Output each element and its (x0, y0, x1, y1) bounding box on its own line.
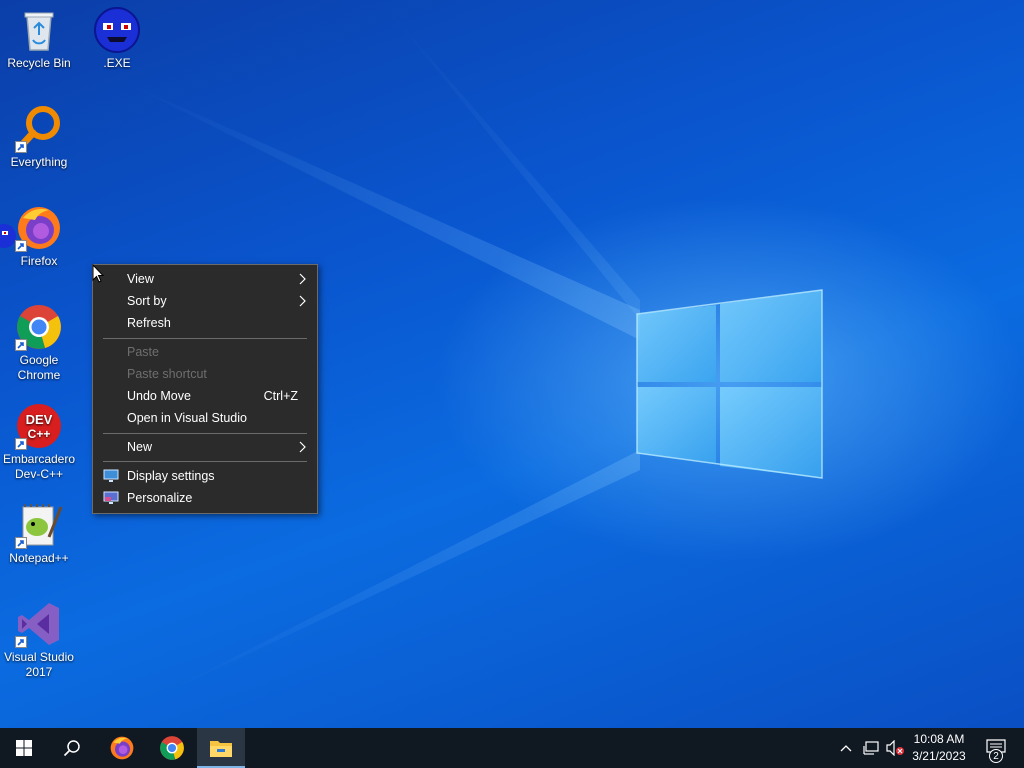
mouse-pointer-icon (92, 264, 104, 283)
menu-separator (103, 461, 307, 462)
taskbar-file-explorer[interactable] (197, 728, 245, 768)
desktop-icon-recycle-bin[interactable]: Recycle Bin (0, 6, 79, 71)
volume-tray-button[interactable] (884, 728, 906, 768)
network-tray-button[interactable] (860, 728, 882, 768)
file-explorer-folder-icon (210, 741, 232, 757)
menu-separator (103, 433, 307, 434)
everything-search-icon (15, 105, 63, 153)
start-button[interactable] (0, 728, 48, 768)
svg-text:DEV: DEV (26, 412, 53, 427)
devcpp-icon: DEV C++ (15, 402, 63, 450)
taskbar-chrome[interactable] (148, 728, 196, 768)
recycle-bin-icon (15, 6, 63, 54)
personalize-icon (103, 491, 119, 504)
menu-item-label: Personalize (127, 491, 193, 505)
menu-item-paste-shortcut: Paste shortcut (93, 363, 317, 385)
firefox-icon (110, 736, 134, 760)
menu-item-label: Undo Move (127, 389, 191, 403)
menu-item-label: Paste (127, 345, 159, 359)
desktop-icon-exe[interactable]: .EXE (77, 6, 157, 71)
menu-item-view[interactable]: View (93, 268, 317, 290)
display-settings-icon (103, 469, 119, 482)
submenu-arrow-icon (299, 273, 306, 285)
menu-item-label: Open in Visual Studio (127, 411, 247, 425)
desktop-icon-label: .EXE (103, 56, 131, 70)
windows-start-icon (16, 740, 32, 756)
menu-item-label: Paste shortcut (127, 367, 207, 381)
network-icon (863, 741, 879, 755)
desktop-icon-label: Visual Studio 2017 (4, 650, 74, 679)
menu-item-label: View (127, 272, 154, 286)
show-hidden-icons-button[interactable] (836, 728, 856, 768)
menu-item-sort-by[interactable]: Sort by (93, 290, 317, 312)
desktop-icon-label: Recycle Bin (7, 56, 71, 70)
desktop-icon-notepadpp[interactable]: Notepad++ (0, 501, 79, 566)
desktop-icon-label: Notepad++ (9, 551, 69, 565)
menu-item-undo-move[interactable]: Undo Move Ctrl+Z (93, 385, 317, 407)
menu-item-label: New (127, 440, 153, 454)
desktop-icon-label: Firefox (20, 254, 58, 268)
exe-monster-icon (93, 6, 141, 54)
shortcut-arrow-icon (15, 438, 27, 450)
desktop-context-menu: View Sort by Refresh Paste Paste shortcu… (92, 264, 318, 514)
desktop-icon-label: Everything (10, 155, 68, 169)
desktop-icon-label: Google Chrome (17, 353, 61, 382)
shortcut-arrow-icon (15, 240, 27, 252)
taskbar: 10:08 AM 3/21/2023 (0, 728, 1024, 768)
menu-item-paste: Paste (93, 341, 317, 363)
volume-muted-icon (886, 740, 904, 756)
system-clock[interactable]: 10:08 AM 3/21/2023 (906, 728, 972, 768)
search-icon (63, 740, 80, 757)
desktop-icon-devcpp[interactable]: DEV C++ Embarcadero Dev-C++ (0, 402, 79, 482)
chevron-up-icon (840, 745, 852, 752)
menu-item-display-settings[interactable]: Display settings (93, 465, 317, 487)
menu-item-new[interactable]: New (93, 436, 317, 458)
clock-date: 3/21/2023 (912, 749, 966, 763)
shortcut-arrow-icon (15, 141, 27, 153)
chrome-icon (160, 736, 184, 760)
menu-item-shortcut: Ctrl+Z (263, 389, 298, 403)
notification-count-badge: 2 (989, 749, 1003, 763)
clock-time: 10:08 AM (913, 732, 965, 746)
desktop-icon-label: Embarcadero Dev-C++ (2, 452, 76, 481)
menu-item-label: Sort by (127, 294, 167, 308)
menu-item-label: Refresh (127, 316, 171, 330)
shortcut-arrow-icon (15, 636, 27, 648)
firefox-icon (15, 204, 63, 252)
menu-item-label: Display settings (127, 469, 215, 483)
shortcut-arrow-icon (15, 537, 27, 549)
search-button[interactable] (48, 728, 96, 768)
menu-item-open-in-visual-studio[interactable]: Open in Visual Studio (93, 407, 317, 429)
desktop-icon-everything[interactable]: Everything (0, 105, 79, 170)
taskbar-firefox[interactable] (98, 728, 146, 768)
chrome-icon (15, 303, 63, 351)
notepadpp-icon (15, 501, 63, 549)
menu-item-personalize[interactable]: Personalize (93, 487, 317, 509)
menu-separator (103, 338, 307, 339)
windows-logo-wallpaper (636, 289, 823, 479)
visual-studio-icon (15, 600, 63, 648)
desktop-icon-visual-studio[interactable]: Visual Studio 2017 (0, 600, 79, 680)
desktop-icon-firefox[interactable]: Firefox (0, 204, 79, 269)
desktop-icon-google-chrome[interactable]: Google Chrome (0, 303, 79, 383)
menu-item-refresh[interactable]: Refresh (93, 312, 317, 334)
submenu-arrow-icon (299, 441, 306, 453)
svg-text:C++: C++ (28, 427, 51, 441)
shortcut-arrow-icon (15, 339, 27, 351)
submenu-arrow-icon (299, 295, 306, 307)
